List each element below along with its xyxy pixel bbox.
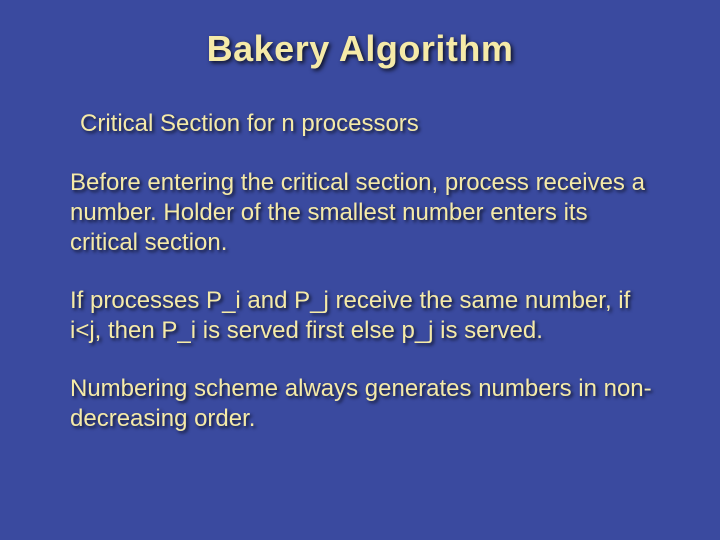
slide-paragraph: If processes P_i and P_j receive the sam…: [70, 286, 660, 346]
slide-title: Bakery Algorithm: [60, 28, 660, 70]
slide-subtitle: Critical Section for n processors: [80, 110, 660, 138]
slide-paragraph: Numbering scheme always generates number…: [70, 374, 660, 434]
slide: Bakery Algorithm Critical Section for n …: [0, 0, 720, 540]
slide-paragraph: Before entering the critical section, pr…: [70, 168, 660, 258]
